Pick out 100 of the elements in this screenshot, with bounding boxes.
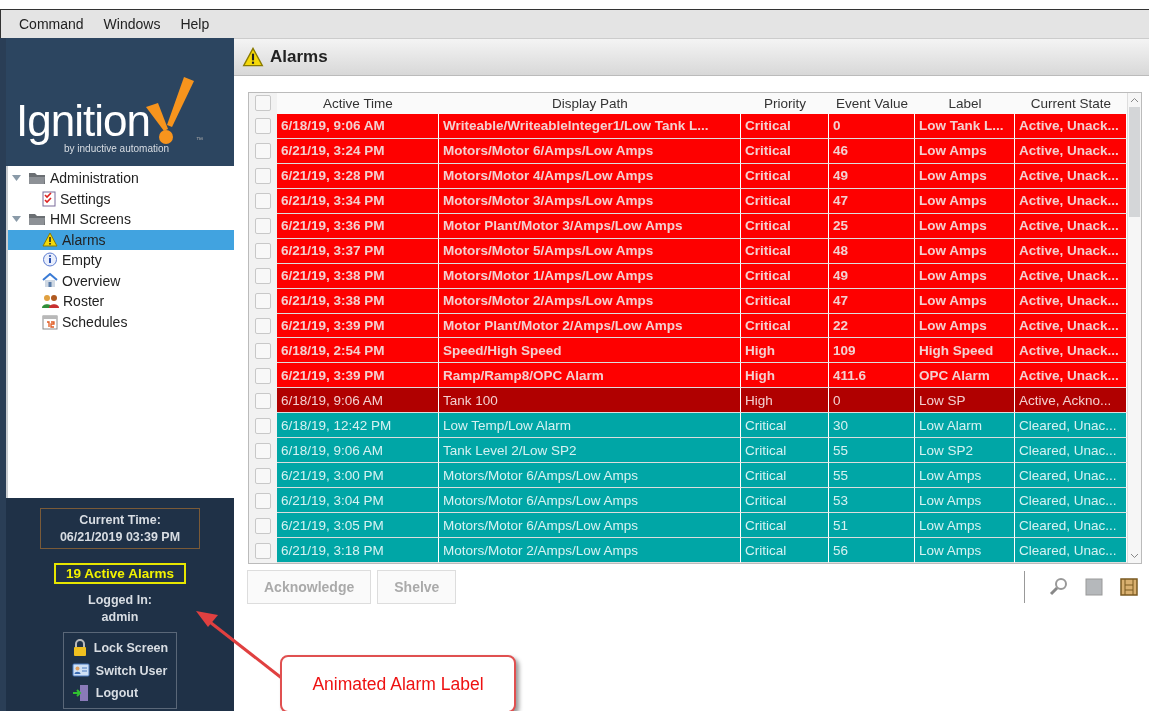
tree-item[interactable]: Administration bbox=[8, 168, 234, 189]
row-checkbox[interactable] bbox=[255, 293, 271, 309]
folder-icon bbox=[28, 171, 46, 186]
session-button[interactable]: Logout bbox=[71, 682, 169, 704]
expand-toggle-icon[interactable] bbox=[12, 216, 24, 223]
tree-item[interactable]: Overview bbox=[8, 270, 234, 291]
table-cell: 109 bbox=[829, 338, 915, 364]
row-checkbox[interactable] bbox=[255, 193, 271, 210]
callout-box: Animated Alarm Label bbox=[280, 655, 516, 711]
table-cell: Motors/Motor 2/Amps/Low Amps bbox=[439, 288, 741, 314]
row-checkbox[interactable] bbox=[255, 342, 271, 359]
table-cell: Critical bbox=[741, 413, 829, 439]
menu-item[interactable]: Windows bbox=[95, 14, 169, 34]
table-cell: High bbox=[741, 388, 829, 414]
warning-icon bbox=[242, 47, 264, 67]
logged-in-label: Logged In: bbox=[88, 592, 152, 609]
select-all-checkbox[interactable] bbox=[255, 95, 271, 112]
table-cell: Low Temp/Low Alarm bbox=[439, 413, 741, 439]
calendar-icon bbox=[42, 313, 58, 330]
row-checkbox[interactable] bbox=[255, 317, 271, 334]
row-checkbox[interactable] bbox=[255, 517, 271, 534]
tree-item[interactable]: Schedules bbox=[8, 311, 234, 332]
scrollbar-thumb[interactable] bbox=[1129, 107, 1140, 217]
table-cell: Active, Unack... bbox=[1015, 188, 1127, 214]
table-cell: Writeable/WriteableInteger1/Low Tank L... bbox=[439, 113, 741, 139]
tree-item[interactable]: HMI Screens bbox=[8, 209, 234, 230]
column-header[interactable]: Display Path bbox=[439, 93, 741, 114]
cabinet-icon[interactable] bbox=[1119, 577, 1139, 597]
table-cell: Low Amps bbox=[915, 463, 1015, 489]
table-cell: 6/21/19, 3:36 PM bbox=[277, 213, 439, 239]
session-button[interactable]: Switch User bbox=[71, 661, 169, 680]
table-cell: 6/21/19, 3:39 PM bbox=[277, 313, 439, 339]
row-checkbox[interactable] bbox=[255, 118, 271, 135]
table-cell: Low Amps bbox=[915, 238, 1015, 264]
table-cell: Active, Unack... bbox=[1015, 238, 1127, 264]
current-time-value: 06/21/2019 03:39 PM bbox=[59, 530, 181, 544]
row-checkbox[interactable] bbox=[255, 268, 271, 285]
table-cell: Critical bbox=[741, 463, 829, 489]
tree-item[interactable]: Settings bbox=[8, 188, 234, 209]
column-header[interactable]: Current State bbox=[1015, 93, 1127, 114]
table-cell: Motors/Motor 6/Amps/Low Amps bbox=[439, 138, 741, 164]
scroll-up-icon[interactable] bbox=[1130, 97, 1139, 103]
row-checkbox[interactable] bbox=[255, 492, 271, 509]
page-title: Alarms bbox=[270, 47, 328, 67]
table-cell: 56 bbox=[829, 538, 915, 564]
table-cell: Active, Unack... bbox=[1015, 138, 1127, 164]
tree-item[interactable]: Alarms bbox=[8, 229, 234, 250]
table-cell: Critical bbox=[741, 213, 829, 239]
row-checkbox[interactable] bbox=[255, 542, 271, 559]
column-header[interactable]: Active Time bbox=[277, 93, 439, 114]
table-cell: 46 bbox=[829, 138, 915, 164]
expand-toggle-icon[interactable] bbox=[12, 175, 24, 182]
table-cell: Motors/Motor 2/Amps/Low Amps bbox=[439, 538, 741, 564]
table-cell: 6/21/19, 3:18 PM bbox=[277, 538, 439, 564]
column-header[interactable]: Priority bbox=[741, 93, 829, 114]
table-cell: 6/21/19, 3:38 PM bbox=[277, 263, 439, 289]
tree-item[interactable]: Roster bbox=[8, 291, 234, 312]
session-button[interactable]: Lock Screen bbox=[71, 637, 169, 659]
id-card-icon bbox=[71, 663, 90, 678]
table-cell: Critical bbox=[741, 313, 829, 339]
table-cell: Motor Plant/Motor 3/Amps/Low Amps bbox=[439, 213, 741, 239]
table-cell: Active, Unack... bbox=[1015, 213, 1127, 239]
row-checkbox[interactable] bbox=[255, 243, 271, 260]
table-cell: 51 bbox=[829, 513, 915, 539]
table-cell: Motors/Motor 5/Amps/Low Amps bbox=[439, 238, 741, 264]
row-checkbox[interactable] bbox=[255, 417, 271, 434]
column-header[interactable]: Label bbox=[915, 93, 1015, 114]
square-icon[interactable] bbox=[1085, 578, 1103, 596]
table-cell: Critical bbox=[741, 263, 829, 289]
search-icon[interactable] bbox=[1049, 577, 1069, 597]
row-checkbox[interactable] bbox=[255, 467, 271, 484]
table-cell: 55 bbox=[829, 438, 915, 464]
row-checkbox[interactable] bbox=[255, 392, 271, 409]
scroll-down-icon[interactable] bbox=[1130, 553, 1139, 559]
table-cell: 6/18/19, 9:06 AM bbox=[277, 113, 439, 139]
table-cell: Cleared, Unac... bbox=[1015, 513, 1127, 539]
menu-item[interactable]: Help bbox=[172, 14, 218, 34]
scrollbar[interactable] bbox=[1127, 93, 1141, 563]
table-cell: Active, Unack... bbox=[1015, 263, 1127, 289]
table-cell: Tank Level 2/Low SP2 bbox=[439, 438, 741, 464]
column-header[interactable]: Event Value bbox=[829, 93, 915, 114]
table-cell: 47 bbox=[829, 188, 915, 214]
table-cell: Ramp/Ramp8/OPC Alarm bbox=[439, 363, 741, 389]
table-cell: Low Amps bbox=[915, 488, 1015, 514]
row-checkbox[interactable] bbox=[255, 143, 271, 160]
table-cell: Low Amps bbox=[915, 163, 1015, 189]
table-cell: Active, Unack... bbox=[1015, 363, 1127, 389]
table-cell: Low Amps bbox=[915, 138, 1015, 164]
row-checkbox[interactable] bbox=[255, 218, 271, 235]
menu-item[interactable]: Command bbox=[11, 14, 92, 34]
table-cell: Critical bbox=[741, 288, 829, 314]
table-cell: Cleared, Unac... bbox=[1015, 538, 1127, 564]
table-cell: Critical bbox=[741, 163, 829, 189]
row-checkbox[interactable] bbox=[255, 168, 271, 185]
tree-item[interactable]: Empty bbox=[8, 250, 234, 271]
row-checkbox[interactable] bbox=[255, 367, 271, 384]
table-cell: 0 bbox=[829, 388, 915, 414]
table-cell: 49 bbox=[829, 263, 915, 289]
table-cell: Motors/Motor 3/Amps/Low Amps bbox=[439, 188, 741, 214]
row-checkbox[interactable] bbox=[255, 442, 271, 459]
